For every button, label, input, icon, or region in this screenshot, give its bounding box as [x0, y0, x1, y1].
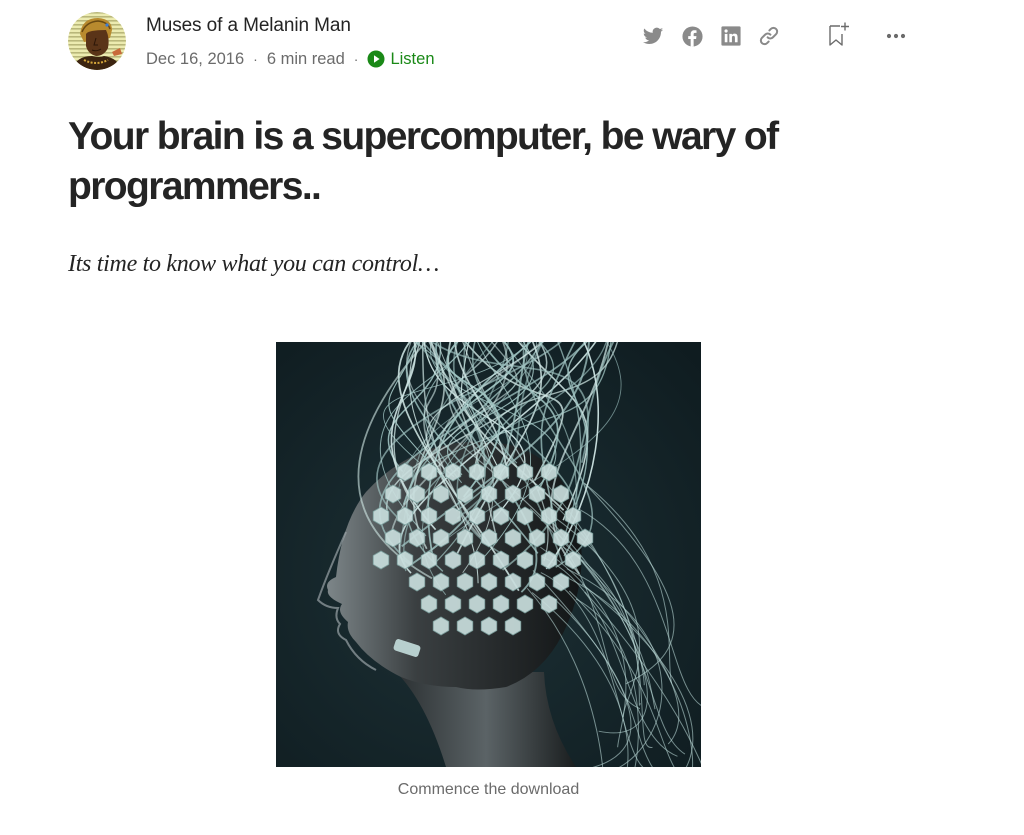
- bookmark-button[interactable]: [826, 21, 852, 49]
- electrode: [564, 550, 582, 570]
- electrode: [492, 506, 510, 526]
- play-circle-icon: [367, 50, 385, 68]
- electrode: [480, 572, 498, 592]
- electrode: [480, 528, 498, 548]
- electrode: [444, 506, 462, 526]
- electrode: [468, 550, 486, 570]
- electrode: [372, 550, 390, 570]
- electrode: [528, 484, 546, 504]
- electrode: [504, 528, 522, 548]
- electrode: [564, 506, 582, 526]
- share-twitter-button[interactable]: [641, 24, 665, 48]
- electrode: [456, 484, 474, 504]
- more-horizontal-icon: [886, 33, 906, 39]
- share-facebook-button[interactable]: [680, 24, 704, 48]
- electrode: [408, 484, 426, 504]
- meta-separator: ·: [253, 51, 258, 67]
- electrode: [516, 550, 534, 570]
- read-time: 6 min read: [266, 49, 345, 68]
- linkedin-icon: [721, 26, 741, 46]
- electrode: [516, 506, 534, 526]
- listen-button[interactable]: Listen: [367, 49, 435, 69]
- electrode: [516, 462, 534, 482]
- more-options-button[interactable]: [884, 24, 908, 48]
- electrode: [540, 462, 558, 482]
- electrode: [504, 484, 522, 504]
- author-name[interactable]: Muses of a Melanin Man: [146, 15, 351, 37]
- electrode: [456, 572, 474, 592]
- electrode: [540, 594, 558, 614]
- electrode: [528, 528, 546, 548]
- author-avatar-image: [68, 12, 126, 70]
- listen-label: Listen: [390, 49, 435, 68]
- electrode: [504, 616, 522, 636]
- electrode: [432, 616, 450, 636]
- electrode: [468, 506, 486, 526]
- electrode: [432, 484, 450, 504]
- copy-link-button[interactable]: [757, 24, 781, 48]
- electrode: [372, 506, 390, 526]
- electrode: [480, 484, 498, 504]
- electrode: [396, 506, 414, 526]
- link-icon: [759, 26, 779, 46]
- electrode: [432, 528, 450, 548]
- electrode: [432, 572, 450, 592]
- electrode: [408, 528, 426, 548]
- facebook-icon: [681, 25, 703, 47]
- bookmark-add-icon: [829, 22, 849, 46]
- electrode: [492, 550, 510, 570]
- electrode: [420, 550, 438, 570]
- electrode: [492, 594, 510, 614]
- electrode: [384, 528, 402, 548]
- electrode: [420, 506, 438, 526]
- electrode: [540, 506, 558, 526]
- electrode: [420, 462, 438, 482]
- article-subtitle: Its time to know what you can control…: [68, 251, 440, 277]
- electrode: [516, 594, 534, 614]
- electrode: [468, 462, 486, 482]
- electrode: [444, 550, 462, 570]
- publish-date: Dec 16, 2016: [146, 49, 245, 68]
- electrode: [528, 572, 546, 592]
- twitter-icon: [642, 27, 664, 44]
- electrode: [420, 594, 438, 614]
- electrode: [552, 484, 570, 504]
- electrode: [480, 616, 498, 636]
- electrode: [468, 594, 486, 614]
- electrode: [552, 572, 570, 592]
- image-caption: Commence the download: [397, 781, 580, 798]
- electrode: [540, 550, 558, 570]
- electrode: [492, 462, 510, 482]
- electrode: [396, 550, 414, 570]
- meta-separator: ·: [353, 51, 359, 67]
- electrode: [576, 528, 594, 548]
- electrode: [396, 462, 414, 482]
- electrode: [552, 528, 570, 548]
- electrode: [408, 572, 426, 592]
- electrode: [444, 594, 462, 614]
- electrode: [456, 616, 474, 636]
- electrode: [384, 484, 402, 504]
- electrode: [456, 528, 474, 548]
- article-image[interactable]: [276, 342, 701, 767]
- electrode: [444, 462, 462, 482]
- share-linkedin-button[interactable]: [719, 24, 743, 48]
- eeg-head-illustration: [276, 342, 701, 767]
- electrode: [504, 572, 522, 592]
- article-title: Your brain is a supercomputer, be wary o…: [68, 115, 779, 208]
- author-avatar[interactable]: [68, 12, 126, 70]
- article-meta: Dec 16, 2016 · 6 min read · Listen: [146, 47, 435, 71]
